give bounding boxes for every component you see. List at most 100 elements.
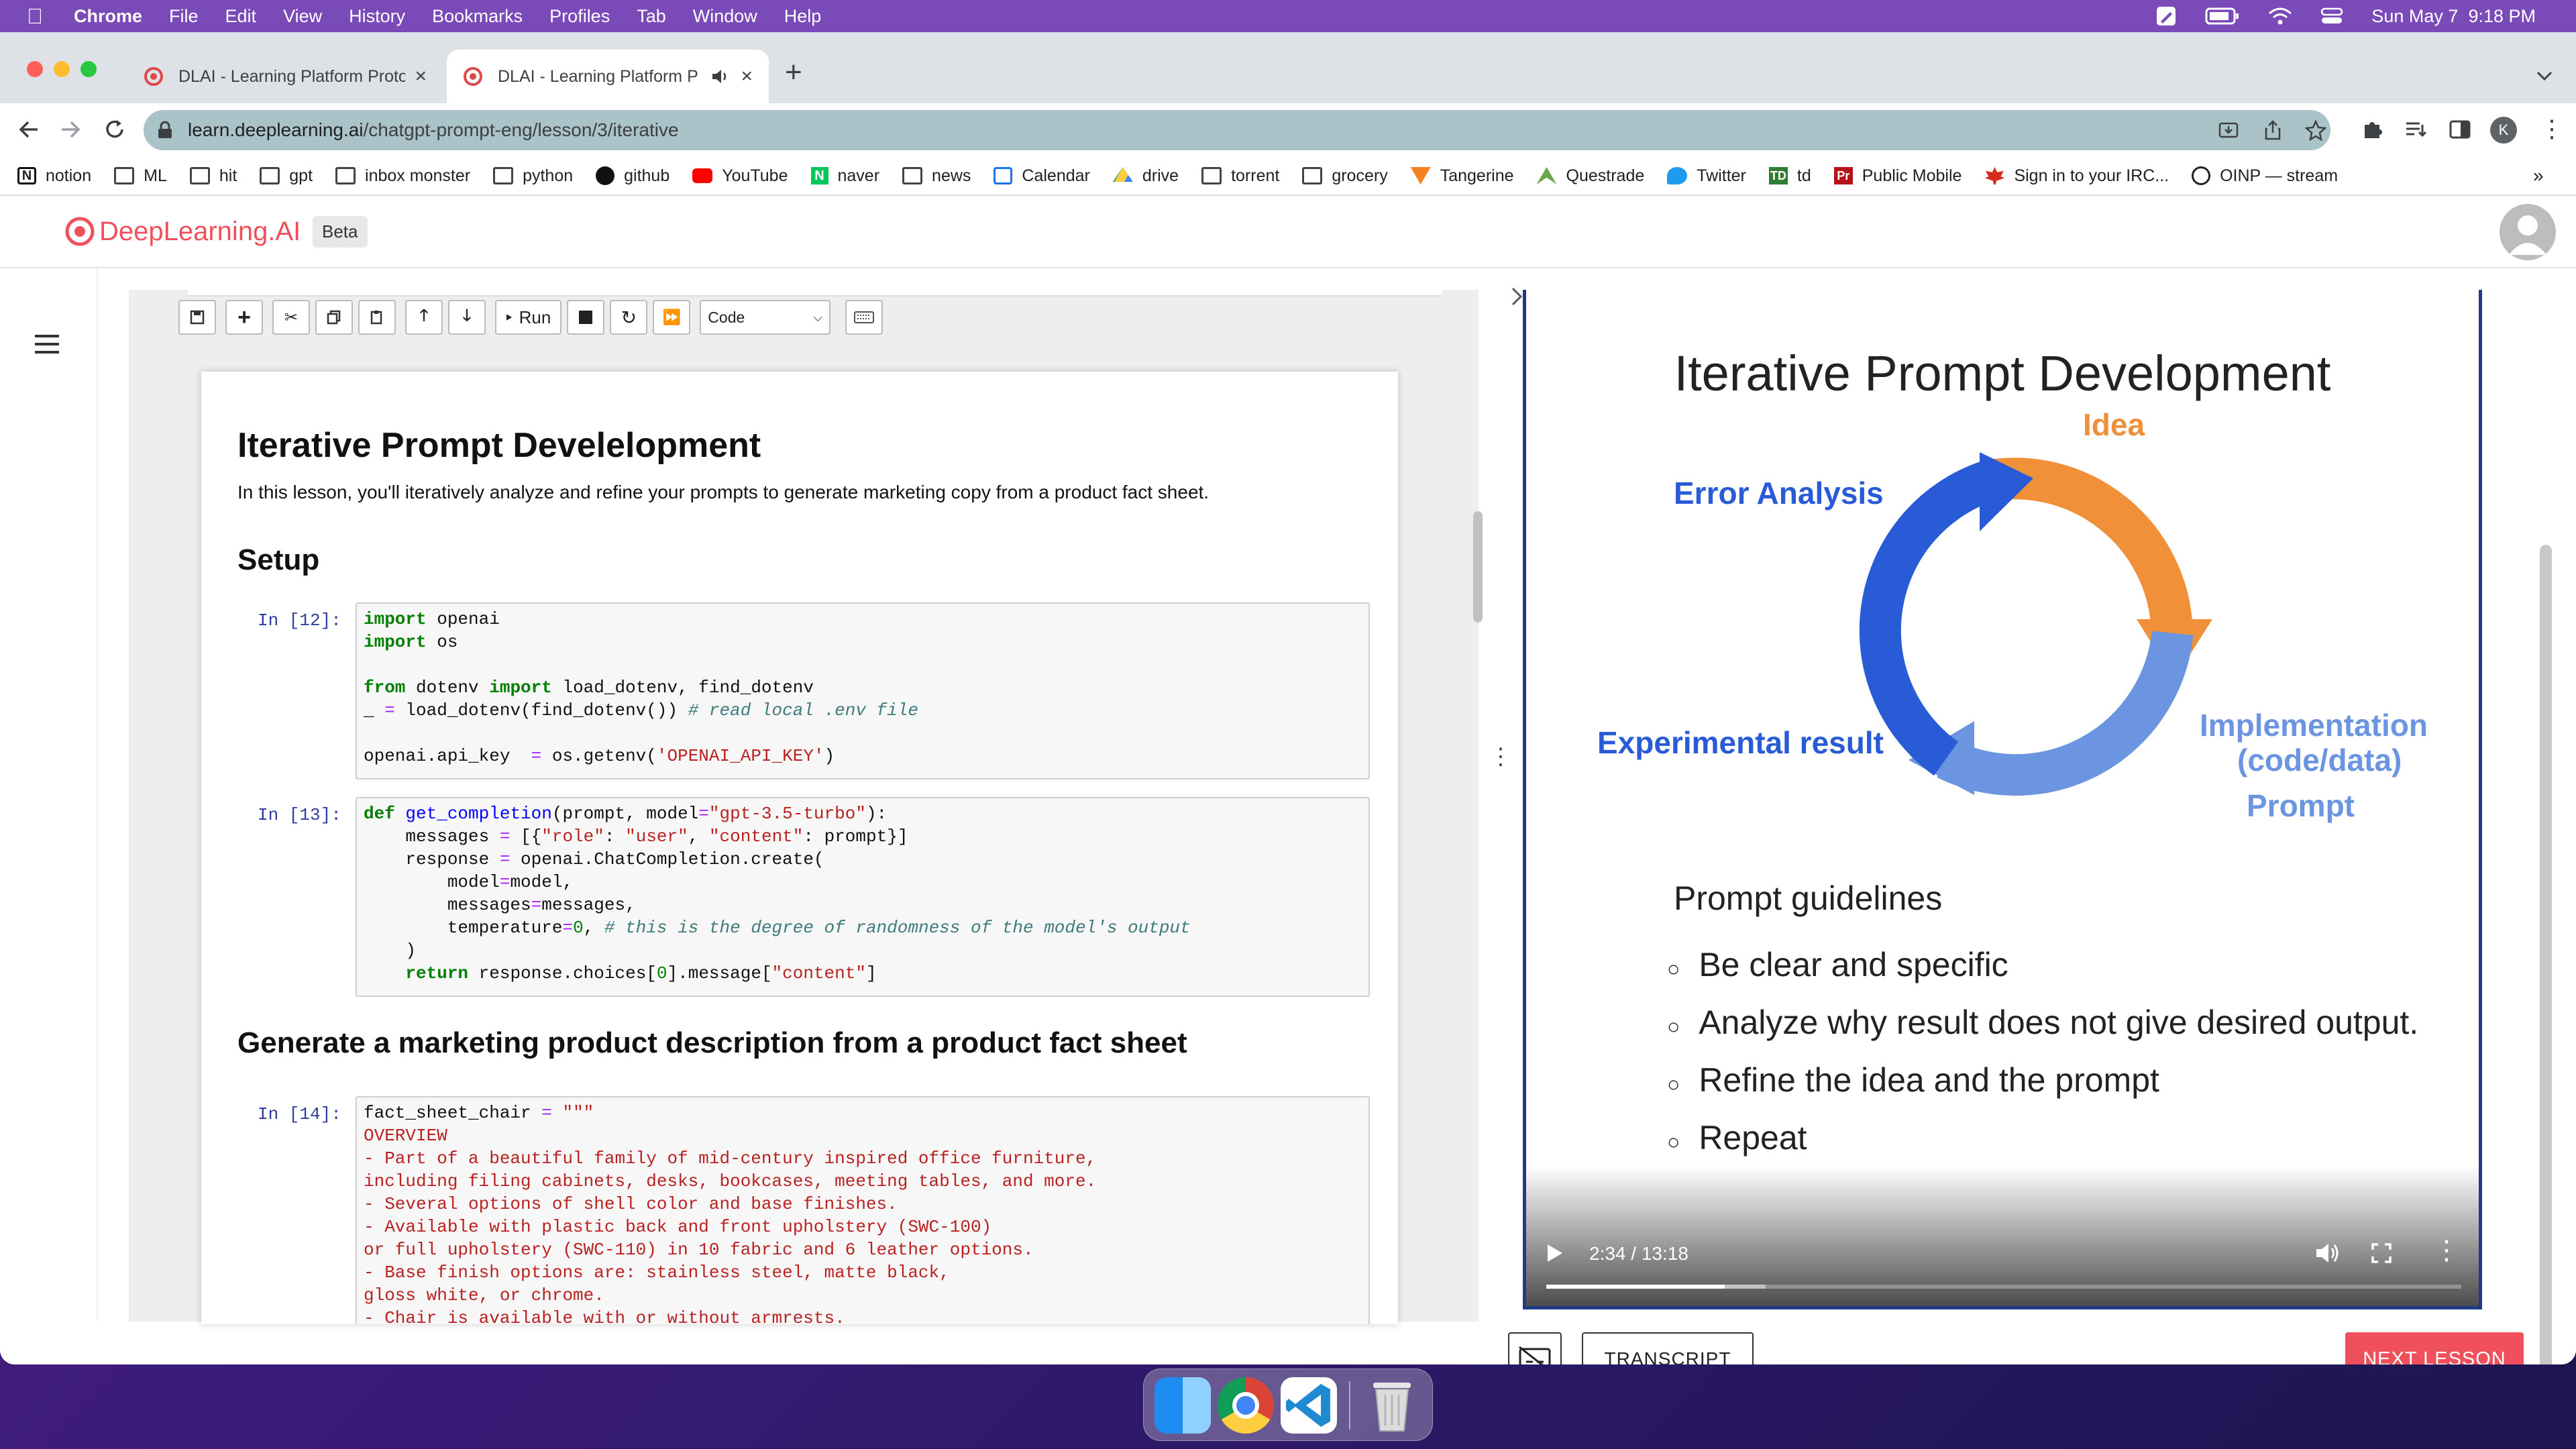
tab-2-active[interactable]: DLAI - Learning Platform P × bbox=[447, 50, 769, 103]
command-palette-button[interactable] bbox=[845, 300, 883, 335]
interrupt-kernel-button[interactable] bbox=[567, 300, 605, 335]
menu-help[interactable]: Help bbox=[784, 6, 822, 27]
bookmark-hit[interactable]: hit bbox=[189, 166, 237, 186]
side-panel-icon[interactable] bbox=[2449, 118, 2471, 141]
control-center-icon[interactable] bbox=[2320, 7, 2343, 25]
tab-search-chevron-icon[interactable] bbox=[2536, 70, 2553, 82]
move-up-button[interactable]: 🡑 bbox=[405, 300, 443, 335]
bookmark-tangerine[interactable]: Tangerine bbox=[1410, 166, 1514, 186]
video-player[interactable]: Iterative Prompt Development Idea Error … bbox=[1523, 290, 2482, 1309]
cell-type-select[interactable]: Code ⌵ bbox=[700, 300, 830, 335]
bookmark-label: YouTube bbox=[722, 166, 788, 185]
close-window-button[interactable] bbox=[27, 61, 43, 77]
bookmark-torrent[interactable]: torrent bbox=[1201, 166, 1279, 186]
extensions-puzzle-icon[interactable] bbox=[2361, 118, 2384, 141]
apple-icon[interactable]:  bbox=[27, 4, 43, 29]
chrome-icon[interactable] bbox=[1218, 1377, 1274, 1434]
tab-1[interactable]: DLAI - Learning Platform Proto × bbox=[127, 50, 443, 103]
page-scrollbar[interactable] bbox=[2540, 545, 2552, 1364]
menubar-datetime[interactable]: Sun May 7 9:18 PM bbox=[2371, 6, 2536, 27]
zoom-window-button[interactable] bbox=[80, 61, 97, 77]
bookmark-notion[interactable]: Nnotion bbox=[17, 166, 91, 186]
code-cell-12[interactable]: import openai import os from dotenv impo… bbox=[356, 602, 1370, 780]
guideline-text: Analyze why result does not give desired… bbox=[1699, 1004, 2419, 1041]
paste-cell-button[interactable] bbox=[358, 300, 396, 335]
run-button[interactable]: Run bbox=[495, 300, 562, 335]
insert-cell-button[interactable]: + bbox=[225, 300, 263, 335]
code-cell-14[interactable]: fact_sheet_chair = """ OVERVIEW - Part o… bbox=[356, 1096, 1370, 1324]
restart-run-all-button[interactable]: ⏩ bbox=[653, 300, 691, 335]
toggle-captions-button[interactable] bbox=[1508, 1332, 1562, 1364]
bookmark-inbox-monster[interactable]: inbox monster bbox=[335, 166, 470, 186]
bookmark-python[interactable]: python bbox=[493, 166, 573, 186]
lock-icon[interactable] bbox=[157, 121, 173, 140]
browser-menu-kebab-icon[interactable]: ⋮ bbox=[2540, 113, 2564, 145]
cut-cell-button[interactable]: ✂ bbox=[272, 300, 310, 335]
resize-handle-icon[interactable]: ⋮ bbox=[1489, 743, 1512, 770]
video-more-kebab-icon[interactable]: ⋮ bbox=[2433, 1235, 2460, 1266]
bookmarks-bar: Nnotion ML hit gpt inbox monster python … bbox=[0, 157, 2576, 196]
close-tab-icon[interactable]: × bbox=[741, 65, 753, 88]
menu-history[interactable]: History bbox=[349, 6, 405, 27]
bookmark-naver[interactable]: Nnaver bbox=[810, 166, 879, 186]
bookmark-grocery[interactable]: grocery bbox=[1302, 166, 1388, 186]
battery-icon[interactable] bbox=[2205, 7, 2240, 25]
bookmark-questrade[interactable]: Questrade bbox=[1536, 166, 1644, 186]
save-notebook-button[interactable] bbox=[178, 300, 216, 335]
copy-cell-button[interactable] bbox=[315, 300, 353, 335]
bookmark-calendar[interactable]: Calendar bbox=[994, 166, 1090, 186]
bookmark-ml[interactable]: ML bbox=[114, 166, 167, 186]
back-arrow-icon[interactable] bbox=[17, 118, 40, 141]
bookmark-gpt[interactable]: gpt bbox=[260, 166, 313, 186]
wifi-icon[interactable] bbox=[2268, 7, 2292, 25]
fullscreen-icon[interactable] bbox=[2371, 1243, 2392, 1263]
reading-list-icon[interactable] bbox=[2404, 118, 2427, 141]
bookmark-github[interactable]: github bbox=[596, 166, 669, 186]
forward-arrow-icon[interactable] bbox=[59, 118, 82, 141]
menu-view[interactable]: View bbox=[283, 6, 322, 27]
bookmark-td[interactable]: TD td bbox=[1768, 166, 1811, 186]
bookmark-youtube[interactable]: YouTube bbox=[692, 166, 788, 186]
restart-kernel-button[interactable]: ↻ bbox=[610, 300, 648, 335]
audio-playing-icon[interactable] bbox=[711, 68, 731, 85]
new-tab-plus-icon[interactable]: + bbox=[785, 58, 802, 87]
menu-edit[interactable]: Edit bbox=[225, 6, 257, 27]
user-avatar[interactable] bbox=[2500, 204, 2556, 260]
profile-avatar[interactable]: K bbox=[2490, 117, 2517, 144]
install-app-icon[interactable] bbox=[2218, 119, 2239, 141]
hamburger-menu-icon[interactable] bbox=[34, 334, 60, 354]
code-cell-13[interactable]: def get_completion(prompt, model="gpt-3.… bbox=[356, 797, 1370, 997]
bookmark-drive[interactable]: drive bbox=[1112, 166, 1179, 186]
bookmark-news[interactable]: news bbox=[902, 166, 971, 186]
bookmark-oinp[interactable]: OINP — stream bbox=[2192, 166, 2338, 186]
bookmark-ircc[interactable]: Sign in to your IRC... bbox=[1984, 166, 2169, 186]
bookmarks-overflow-icon[interactable]: » bbox=[2533, 165, 2544, 186]
minimize-window-button[interactable] bbox=[54, 61, 70, 77]
finder-icon[interactable] bbox=[1155, 1377, 1211, 1434]
video-seek-bar[interactable] bbox=[1546, 1285, 2461, 1289]
transcript-button[interactable]: TRANSCRIPT bbox=[1582, 1332, 1754, 1364]
reload-icon[interactable] bbox=[103, 118, 126, 141]
bookmark-star-icon[interactable] bbox=[2305, 119, 2326, 141]
share-icon[interactable] bbox=[2262, 119, 2284, 141]
move-down-button[interactable]: 🡓 bbox=[448, 300, 486, 335]
pen-icon[interactable] bbox=[2155, 5, 2177, 27]
menu-file[interactable]: File bbox=[169, 6, 199, 27]
vscode-icon[interactable] bbox=[1281, 1377, 1337, 1434]
bookmark-twitter[interactable]: Twitter bbox=[1667, 166, 1746, 186]
menu-profiles[interactable]: Profiles bbox=[549, 6, 610, 27]
play-icon[interactable] bbox=[1545, 1243, 1564, 1263]
menu-window[interactable]: Window bbox=[693, 6, 757, 27]
bookmark-public-mobile[interactable]: Pr Public Mobile bbox=[1833, 166, 1962, 186]
menu-bookmarks[interactable]: Bookmarks bbox=[432, 6, 523, 27]
address-bar[interactable]: learn.deeplearning.ai/chatgpt-prompt-eng… bbox=[144, 110, 2330, 150]
site-logo[interactable]: DeepLearning.AI bbox=[64, 216, 301, 247]
next-lesson-button[interactable]: NEXT LESSON bbox=[2345, 1332, 2524, 1364]
menu-tab[interactable]: Tab bbox=[637, 6, 666, 27]
menu-app-name[interactable]: Chrome bbox=[74, 6, 142, 27]
notebook-scrollbar[interactable] bbox=[1473, 511, 1483, 623]
collapse-panel-chevron-icon[interactable] bbox=[1509, 286, 1524, 307]
close-tab-icon[interactable]: × bbox=[415, 65, 427, 88]
trash-icon[interactable] bbox=[1365, 1377, 1419, 1434]
volume-icon[interactable] bbox=[2315, 1242, 2341, 1265]
